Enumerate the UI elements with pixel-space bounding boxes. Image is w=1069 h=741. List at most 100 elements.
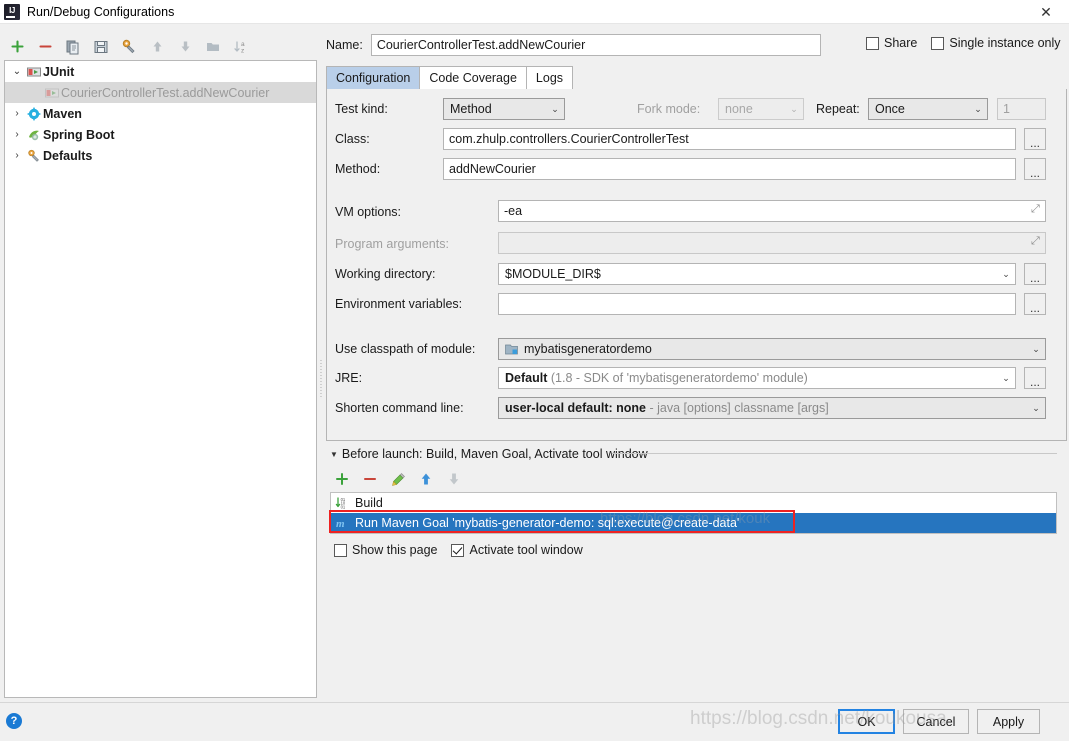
create-folder-button[interactable] [200,36,226,58]
chevron-down-icon[interactable]: ⌄ [9,66,25,77]
share-checkbox[interactable]: Share [866,36,917,50]
chevron-down-icon: ⌄ [551,103,559,114]
tab-code-coverage[interactable]: Code Coverage [419,66,527,89]
before-launch-task-maven-goal[interactable]: m Run Maven Goal 'mybatis-generator-demo… [331,513,1056,533]
method-browse-button[interactable]: ... [1024,158,1046,180]
ok-button[interactable]: OK [838,709,895,734]
working-directory-label: Working directory: [335,267,436,281]
move-down-button[interactable] [172,36,198,58]
save-configuration-button[interactable] [88,36,114,58]
chevron-right-icon[interactable]: › [9,108,25,119]
tree-item-spring-boot[interactable]: › Spring Boot [5,124,316,145]
environment-variables-browse-button[interactable]: ... [1024,293,1046,315]
single-instance-checkbox-box[interactable] [931,36,945,50]
activate-tool-window-label: Activate tool window [469,543,583,557]
junit-run-icon [43,86,61,100]
jre-value: Default (1.8 - SDK of 'mybatisgeneratord… [505,371,997,385]
jre-dropdown[interactable]: Default (1.8 - SDK of 'mybatisgeneratord… [498,367,1016,389]
before-launch-task-list[interactable]: 01 10 01 Build m Run Maven Goal 'mybatis… [330,492,1057,534]
help-button[interactable]: ? [6,713,22,729]
class-browse-button[interactable]: ... [1024,128,1046,150]
configurations-toolbar: a z [4,34,314,59]
configurations-tree[interactable]: ⌄ JUnit CourierControllerTest.addNewCour… [4,60,317,698]
expand-icon[interactable]: ⤢ [1031,204,1042,215]
name-row-checkboxes: Share Single instance only [866,36,1061,50]
collapse-triangle-icon[interactable]: ▼ [330,450,338,459]
tab-logs[interactable]: Logs [525,66,574,89]
program-arguments-label: Program arguments: [335,237,449,251]
add-configuration-button[interactable] [4,36,30,58]
show-this-page-checkbox-box[interactable] [334,543,347,557]
window-title-bar: Run/Debug Configurations ✕ [0,0,1069,24]
shorten-command-line-dropdown[interactable]: user-local default: none - java [options… [498,397,1046,419]
test-kind-value: Method [450,102,492,116]
chevron-right-icon[interactable]: › [9,129,25,140]
fork-mode-value: none [725,102,753,116]
jre-value-primary: Default [505,371,548,385]
environment-variables-input[interactable] [498,293,1016,315]
use-classpath-value: mybatisgeneratordemo [524,342,652,356]
tree-item-maven[interactable]: › Maven [5,103,316,124]
jre-browse-button[interactable]: ... [1024,367,1046,389]
remove-configuration-button[interactable] [32,36,58,58]
tree-item-courier-controller-test[interactable]: CourierControllerTest.addNewCourier [5,82,316,103]
tree-item-junit[interactable]: ⌄ JUnit [5,61,316,82]
tree-item-defaults[interactable]: › Defaults [5,145,316,166]
add-task-button[interactable] [332,469,352,489]
repeat-count-input[interactable]: 1 [997,98,1046,120]
tab-configuration[interactable]: Configuration [326,66,421,89]
cancel-button[interactable]: Cancel [903,709,969,734]
share-checkbox-box[interactable] [866,36,879,50]
show-this-page-checkbox[interactable]: Show this page [334,543,437,557]
task-label: Build [355,496,383,510]
working-directory-dropdown[interactable]: $MODULE_DIR$ ⌄ [498,263,1016,285]
edit-templates-button[interactable] [116,36,142,58]
class-label: Class: [335,132,370,146]
remove-task-button[interactable] [360,469,380,489]
chevron-right-icon[interactable]: › [9,150,25,161]
activate-tool-window-checkbox-box[interactable] [451,543,465,557]
name-label: Name: [326,38,363,52]
build-icon: 01 10 01 [335,496,349,510]
spring-boot-icon [25,128,43,142]
before-launch-options: Show this page Activate tool window [334,541,583,559]
fork-mode-dropdown[interactable]: none ⌄ [718,98,804,120]
svg-text:z: z [241,47,244,54]
working-directory-browse-button[interactable]: ... [1024,263,1046,285]
activate-tool-window-checkbox[interactable]: Activate tool window [451,543,583,557]
vm-options-input[interactable]: -ea [498,200,1046,222]
close-icon[interactable]: ✕ [1023,0,1069,24]
move-up-button[interactable] [144,36,170,58]
maven-m-icon: m [335,516,349,530]
shorten-command-line-detail: - java [options] classname [args] [649,401,829,415]
before-launch-task-build[interactable]: 01 10 01 Build [331,493,1056,513]
use-classpath-dropdown[interactable]: mybatisgeneratordemo ⌄ [498,338,1046,360]
method-input[interactable]: addNewCourier [443,158,1016,180]
show-this-page-label: Show this page [352,543,438,557]
intellij-idea-icon [4,3,20,20]
repeat-dropdown[interactable]: Once ⌄ [868,98,988,120]
copy-configuration-button[interactable] [60,36,86,58]
expand-icon[interactable]: ⤢ [1031,236,1042,247]
test-kind-dropdown[interactable]: Method ⌄ [443,98,565,120]
repeat-value: Once [875,102,905,116]
before-launch-title: Before launch: Build, Maven Goal, Activa… [341,447,648,461]
apply-button[interactable]: Apply [977,709,1040,734]
single-instance-checkbox[interactable]: Single instance only [931,36,1061,50]
panel-splitter[interactable] [318,60,324,698]
sort-alphabetically-button[interactable]: a z [228,36,254,58]
share-label: Share [884,36,918,50]
edit-task-button[interactable] [388,469,408,489]
chevron-down-icon: ⌄ [974,103,982,114]
before-launch-header[interactable]: ▼ Before launch: Build, Maven Goal, Acti… [330,446,648,462]
move-task-up-button[interactable] [416,469,436,489]
chevron-down-icon: ⌄ [1032,343,1040,354]
module-icon [505,343,521,356]
move-task-down-button[interactable] [444,469,464,489]
use-classpath-label: Use classpath of module: [335,342,476,356]
program-arguments-input[interactable] [498,232,1046,254]
class-input[interactable]: com.zhulp.controllers.CourierControllerT… [443,128,1016,150]
name-input[interactable]: CourierControllerTest.addNewCourier [370,34,821,56]
vm-options-label: VM options: [335,205,402,219]
test-kind-label: Test kind: [335,102,388,116]
